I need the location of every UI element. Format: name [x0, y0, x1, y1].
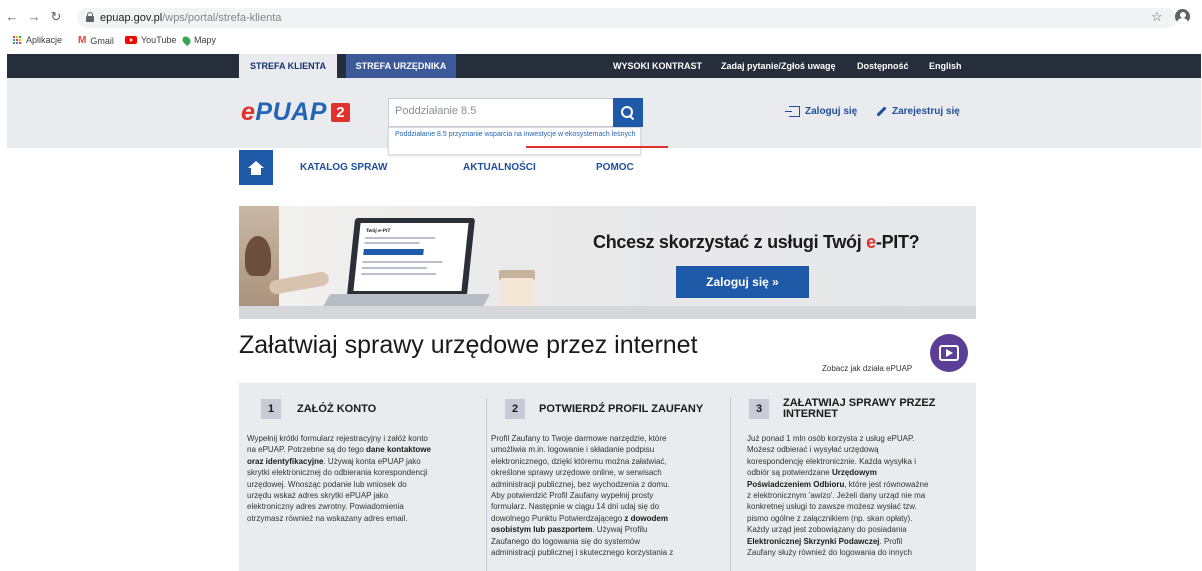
high-contrast-link[interactable]: WYSOKI KONTRAST	[613, 61, 702, 71]
logo-text: ePUAP	[241, 97, 327, 126]
bookmark-gmail-label: Gmail	[90, 35, 114, 46]
gmail-icon: M	[78, 35, 87, 46]
active-underline	[526, 146, 668, 148]
banner-title-suffix: -PIT?	[875, 232, 920, 252]
english-link[interactable]: English	[929, 61, 962, 71]
maps-pin-icon	[180, 34, 193, 46]
search-button[interactable]	[613, 98, 643, 127]
banner-laptop-screen: Twój e-PIT	[353, 223, 469, 291]
search-icon	[621, 105, 635, 120]
login-link[interactable]: Zaloguj się	[785, 106, 858, 117]
search-input[interactable]: Poddziałanie 8.5	[388, 98, 614, 127]
tab-strefa-klienta[interactable]: STREFA KLIENTA	[239, 54, 337, 78]
page-title: Załatwiaj sprawy urzędowe przez internet	[239, 331, 698, 359]
pencil-icon	[876, 106, 887, 117]
nav-aktualnosci[interactable]: AKTUALNOŚCI	[463, 162, 536, 173]
banner-person-hair	[245, 236, 271, 276]
laptop-text-line	[364, 237, 436, 239]
home-icon	[248, 160, 264, 175]
top-navigation-bar	[7, 54, 1201, 78]
bookmark-maps-label: Mapy	[194, 35, 217, 45]
tab-strefa-urzednika[interactable]: STREFA URZĘDNIKA	[346, 54, 456, 78]
lock-icon	[86, 12, 94, 22]
laptop-heading: Twój e-PIT	[365, 228, 391, 234]
step-3-title: ZAŁATWIAJ SPRAWY PRZEZ INTERNET	[783, 397, 936, 420]
video-frame-icon	[939, 345, 959, 361]
laptop-text-line	[362, 261, 443, 263]
youtube-icon	[125, 36, 137, 44]
register-label: Zarejestruj się	[892, 106, 960, 117]
step-1-body: Wypełnij krótki formularz rejestracyjny …	[247, 434, 431, 523]
profile-icon[interactable]	[1175, 9, 1190, 24]
laptop-blue-bar	[363, 249, 424, 255]
bookmark-apps-label: Aplikacje	[26, 35, 63, 45]
step-1-number: 1	[261, 399, 281, 419]
search-suggestion[interactable]: Poddziałanie 8.5 przyznanie wsparcia na …	[388, 127, 641, 155]
login-icon	[785, 106, 800, 117]
banner-laptop-image: Twój e-PIT	[346, 218, 476, 296]
step-3-number: 3	[749, 399, 769, 419]
bookmark-maps[interactable]: Mapy	[180, 34, 217, 46]
laptop-text-line	[361, 273, 437, 275]
column-divider	[730, 398, 731, 571]
back-arrow-icon[interactable]: ←	[5, 10, 19, 24]
star-icon[interactable]: ☆	[1151, 9, 1163, 25]
bookmark-youtube[interactable]: YouTube	[125, 35, 176, 45]
banner-title: Chcesz skorzystać z usługi Twój e-PIT?	[593, 232, 920, 253]
forward-arrow-icon[interactable]: →	[27, 10, 41, 24]
login-label: Zaloguj się	[805, 106, 858, 117]
banner-table	[239, 306, 976, 319]
register-link[interactable]: Zarejestruj się	[876, 106, 960, 117]
epit-banner: Twój e-PIT	[239, 206, 976, 319]
epuap-logo[interactable]: ePUAP 2	[241, 97, 350, 126]
video-play-icon[interactable]	[930, 334, 968, 372]
accessibility-link[interactable]: Dostępność	[857, 61, 909, 71]
url-text[interactable]: epuap.gov.pl/wps/portal/strefa-klienta	[100, 12, 281, 24]
banner-title-highlight: e	[866, 232, 876, 252]
step-2-title: POTWIERDŹ PROFIL ZAUFANY	[539, 403, 704, 415]
bookmark-gmail[interactable]: M Gmail	[78, 35, 114, 46]
home-button[interactable]	[239, 150, 273, 185]
url-path: /wps/portal/strefa-klienta	[162, 12, 282, 24]
nav-katalog-spraw[interactable]: KATALOG SPRAW	[300, 162, 387, 173]
banner-login-button[interactable]: Zaloguj się »	[676, 266, 809, 298]
laptop-text-line	[361, 267, 427, 269]
step-2-number: 2	[505, 399, 525, 419]
laptop-text-line	[364, 242, 420, 244]
step-2-body: Profil Zaufany to Twoje darmowe narzędzi…	[491, 434, 674, 558]
how-it-works-link[interactable]: Zobacz jak działa ePUAP	[822, 364, 912, 373]
column-divider	[486, 398, 487, 571]
apps-grid-icon	[13, 35, 22, 45]
reload-icon[interactable]: ↻	[49, 10, 63, 24]
ask-question-link[interactable]: Zadaj pytanie/Zgłoś uwagę	[721, 61, 836, 71]
step-1-title: ZAŁÓŻ KONTO	[297, 403, 377, 415]
bookmark-youtube-label: YouTube	[141, 35, 177, 45]
logo-badge: 2	[330, 102, 350, 122]
bookmark-apps[interactable]: Aplikacje	[13, 35, 62, 45]
url-domain: epuap.gov.pl	[100, 12, 163, 24]
banner-title-prefix: Chcesz skorzystać z usługi Twój	[593, 232, 867, 252]
nav-pomoc[interactable]: POMOC	[596, 162, 634, 173]
step-3-body: Już ponad 1 mln osób korzysta z usług eP…	[747, 434, 929, 558]
